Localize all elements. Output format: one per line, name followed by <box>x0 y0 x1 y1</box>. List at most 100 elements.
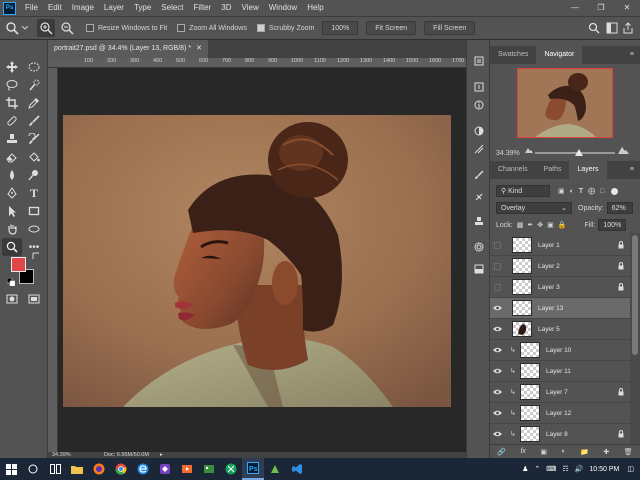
foreground-color-swatch[interactable] <box>11 257 26 272</box>
layer-thumbnail[interactable] <box>512 279 532 295</box>
clone-source-panel-icon[interactable] <box>472 214 486 228</box>
layers-scrollbar-thumb[interactable] <box>632 235 638 355</box>
panel-menu-icon[interactable]: ≡ <box>630 161 634 179</box>
layer-thumbnail[interactable] <box>520 342 540 358</box>
link-layers-icon[interactable]: 🔗 <box>497 448 506 456</box>
healing-brush-tool-icon[interactable] <box>2 112 22 130</box>
layer-thumbnail[interactable] <box>512 237 532 253</box>
zoom-tool-preset-icon[interactable] <box>3 19 21 37</box>
navigator-thumbnail[interactable] <box>517 68 613 138</box>
eye-hidden-icon[interactable] <box>490 283 504 291</box>
layer-row[interactable]: Layer 3 <box>490 277 630 298</box>
move-tool-icon[interactable] <box>2 58 22 76</box>
people-icon[interactable]: ♟ <box>522 465 528 473</box>
layer-row[interactable]: ↳ Layer 10 <box>490 340 630 361</box>
fill-input[interactable]: 100% <box>598 219 627 231</box>
workspace-icon[interactable] <box>606 22 618 36</box>
layer-thumbnail[interactable] <box>520 384 540 400</box>
layer-thumbnail[interactable] <box>520 426 540 442</box>
path-selection-tool-icon[interactable] <box>2 202 22 220</box>
quick-selection-tool-icon[interactable] <box>24 76 44 94</box>
properties-panel-icon[interactable] <box>472 80 486 94</box>
cortana-search-icon[interactable] <box>22 458 44 480</box>
layer-row[interactable]: Layer 2 <box>490 256 630 277</box>
rotate-view-tool-icon[interactable] <box>24 220 44 238</box>
brushes-panel-icon[interactable] <box>472 168 486 182</box>
lock-position-icon[interactable]: ✥ <box>537 221 543 229</box>
layer-row[interactable]: ↳ Layer 12 <box>490 403 630 424</box>
layer-thumbnail[interactable] <box>520 363 540 379</box>
new-group-icon[interactable]: 📁 <box>580 448 589 456</box>
filter-toggle-icon[interactable] <box>611 187 619 195</box>
menu-help[interactable]: Help <box>302 0 328 16</box>
notifications-icon[interactable]: ◫ <box>627 465 634 473</box>
lock-image-icon[interactable]: ✒ <box>527 221 533 229</box>
close-button[interactable]: ✕ <box>614 0 640 16</box>
lasso-tool-icon[interactable] <box>2 76 22 94</box>
maps-icon[interactable] <box>264 458 286 480</box>
layer-thumbnail[interactable] <box>520 405 540 421</box>
visual-studio-purple-icon[interactable] <box>154 458 176 480</box>
layer-row[interactable]: Layer 13 <box>490 298 630 319</box>
resize-windows-checkbox[interactable]: Resize Windows to Fit <box>86 24 167 32</box>
chrome-icon[interactable] <box>110 458 132 480</box>
network-icon[interactable]: ☶ <box>562 465 568 473</box>
eye-visible-icon[interactable] <box>490 347 504 353</box>
panel-menu-icon[interactable]: ≡ <box>630 46 634 64</box>
tab-channels[interactable]: Channels <box>490 161 536 179</box>
lock-all-icon[interactable]: 🔒 <box>558 221 567 229</box>
layer-thumbnail[interactable] <box>512 258 532 274</box>
share-icon[interactable] <box>622 22 634 36</box>
eyedropper-tool-icon[interactable] <box>24 94 44 112</box>
new-adjustment-layer-icon[interactable]: ◐ <box>561 448 565 455</box>
lock-artboard-icon[interactable]: ▣ <box>547 221 554 229</box>
firefox-icon[interactable] <box>88 458 110 480</box>
windows-start-icon[interactable] <box>0 458 22 480</box>
zoom-in-mountain-icon[interactable] <box>618 146 629 156</box>
menu-select[interactable]: Select <box>156 0 188 16</box>
eye-hidden-icon[interactable] <box>490 262 504 270</box>
edge-icon[interactable] <box>132 458 154 480</box>
document-tab[interactable]: portrait27.psd @ 34.4% (Layer 13, RGB/8)… <box>48 40 208 58</box>
rectangle-tool-icon[interactable] <box>24 202 44 220</box>
vscode-icon[interactable] <box>286 458 308 480</box>
add-mask-icon[interactable]: ▣ <box>540 448 547 456</box>
default-colors-icon[interactable] <box>6 277 16 288</box>
search-icon[interactable] <box>588 22 600 36</box>
close-tab-icon[interactable]: ✕ <box>196 40 202 58</box>
opacity-input[interactable]: 62% <box>606 202 633 214</box>
layer-thumbnail[interactable] <box>512 321 532 337</box>
zoom-all-windows-checkbox[interactable]: Zoom All Windows <box>177 24 247 32</box>
menu-view[interactable]: View <box>237 0 264 16</box>
tab-layers[interactable]: Layers <box>569 161 607 179</box>
color-panel-icon[interactable] <box>472 262 486 276</box>
menu-layer[interactable]: Layer <box>99 0 129 16</box>
info-panel-icon[interactable] <box>472 98 486 112</box>
layer-row[interactable]: Layer 1 <box>490 235 630 256</box>
filter-adjustment-icon[interactable]: ◐ <box>570 188 574 195</box>
media-player-icon[interactable] <box>176 458 198 480</box>
pen-tool-icon[interactable] <box>2 184 22 202</box>
menu-image[interactable]: Image <box>67 0 99 16</box>
lock-transparent-icon[interactable]: ▩ <box>517 221 524 229</box>
clone-stamp-tool-icon[interactable] <box>2 130 22 148</box>
tab-swatches[interactable]: Swatches <box>490 46 536 64</box>
navigator-zoom-value[interactable]: 34.39% <box>496 150 520 157</box>
layer-row[interactable]: ↳ Layer 11 <box>490 361 630 382</box>
photos-icon[interactable] <box>198 458 220 480</box>
layers-scrollbar[interactable] <box>630 233 640 445</box>
fit-screen-button[interactable]: Fit Screen <box>366 21 417 35</box>
paths-panel-icon[interactable] <box>472 240 486 254</box>
layer-filter-kind-dropdown[interactable]: ⚲ Kind <box>496 185 550 197</box>
menu-file[interactable]: File <box>20 0 43 16</box>
layer-row[interactable]: Layer 5 <box>490 319 630 340</box>
zoom-out-icon[interactable] <box>58 19 76 37</box>
history-brush-tool-icon[interactable] <box>24 130 44 148</box>
photoshop-taskbar-icon[interactable]: Ps <box>242 458 264 480</box>
delete-layer-icon[interactable]: 🗑 <box>624 448 633 456</box>
chevron-down-icon[interactable] <box>21 19 29 37</box>
menu-filter[interactable]: Filter <box>189 0 217 16</box>
zoom-in-icon[interactable] <box>37 19 55 37</box>
blur-tool-icon[interactable] <box>2 166 22 184</box>
menu-3d[interactable]: 3D <box>216 0 236 16</box>
